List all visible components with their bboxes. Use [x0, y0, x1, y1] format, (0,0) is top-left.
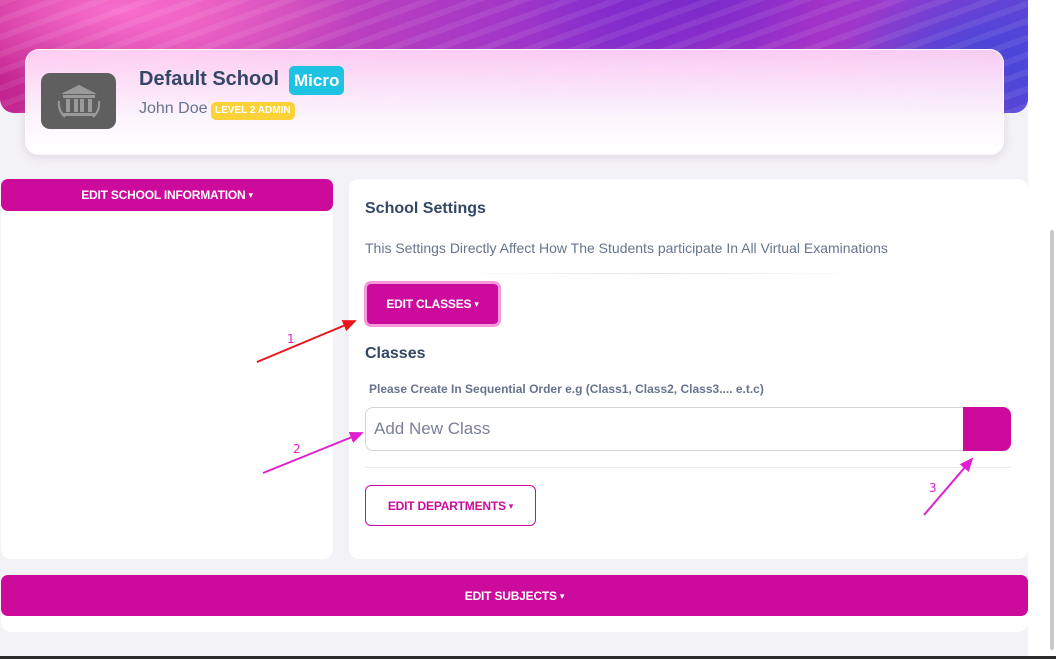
role-badge: LEVEL 2 ADMIN [211, 102, 295, 120]
school-info-panel: EDIT SCHOOL INFORMATION [1, 179, 333, 559]
classes-title: Classes [365, 345, 426, 362]
edit-subjects-label: EDIT SUBJECTS [465, 589, 564, 603]
settings-description: This Settings Directly Affect How The St… [365, 240, 888, 256]
edit-departments-button[interactable]: EDIT DEPARTMENTS [365, 485, 536, 526]
edit-departments-label: EDIT DEPARTMENTS [388, 499, 513, 513]
edit-classes-button[interactable]: EDIT CLASSES [364, 281, 501, 327]
edit-subjects-button[interactable]: EDIT SUBJECTS [1, 575, 1028, 616]
add-class-input[interactable] [365, 407, 963, 451]
plan-badge: Micro [289, 66, 345, 95]
annotation-label-3: 3 [929, 481, 937, 495]
edit-classes-label: EDIT CLASSES [386, 297, 478, 311]
user-name: John Doe [139, 100, 208, 117]
divider [449, 273, 869, 274]
school-name: Default School [139, 68, 280, 90]
add-class-button[interactable] [963, 407, 1011, 451]
edit-school-information-label: EDIT SCHOOL INFORMATION [81, 188, 253, 202]
classes-hint: Please Create In Sequential Order e.g (C… [369, 382, 764, 396]
edit-school-information-button[interactable]: EDIT SCHOOL INFORMATION [1, 179, 333, 211]
settings-title: School Settings [365, 200, 486, 217]
scrollbar[interactable] [1050, 230, 1054, 650]
school-settings-panel: School Settings This Settings Directly A… [349, 179, 1028, 559]
divider [365, 467, 1011, 468]
annotation-label-1: 1 [287, 332, 295, 346]
profile-card: Default School Micro John Doe LEVEL 2 AD… [25, 49, 1004, 155]
annotation-label-2: 2 [293, 442, 301, 456]
school-building-icon [41, 73, 116, 129]
